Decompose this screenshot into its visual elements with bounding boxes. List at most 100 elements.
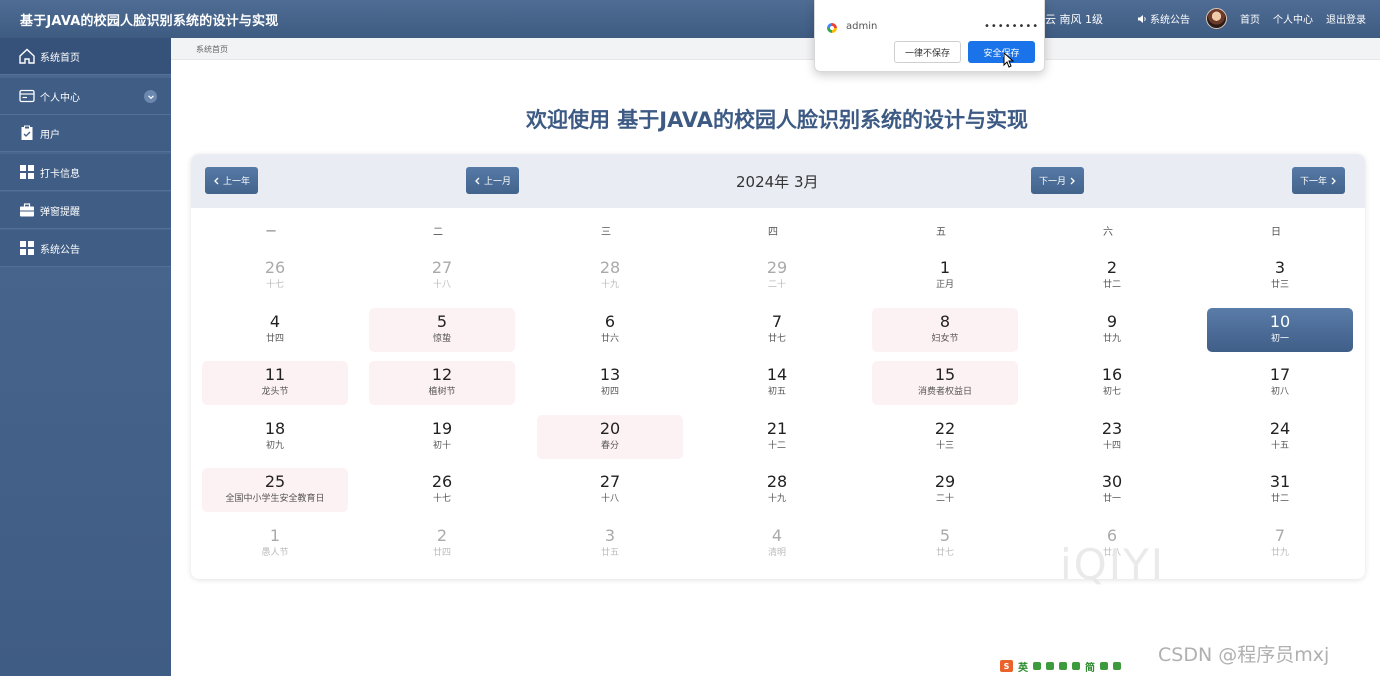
calendar-day[interactable]: 1 愚人节 (202, 522, 348, 566)
prev-year-button[interactable]: 上一年 (205, 167, 259, 194)
calendar-day[interactable]: 26 十七 (369, 468, 515, 512)
calendar-day[interactable]: 30 廿一 (1039, 468, 1185, 512)
day-number: 10 (1269, 311, 1291, 331)
save-password-button[interactable]: 安全保存 (968, 41, 1035, 63)
lunar-date: 消费者权益日 (917, 387, 972, 398)
lunar-date: 廿七 (935, 548, 954, 558)
sidebar-item-label: 弹窗提醒 (40, 206, 80, 218)
calendar-day[interactable]: 14 初五 (704, 361, 850, 405)
lunar-date: 十九 (767, 494, 786, 505)
nav-home-link[interactable]: 首页 (1240, 11, 1260, 26)
saved-username: admin (846, 21, 878, 32)
keyboard-icon[interactable] (1059, 662, 1067, 670)
day-number: 13 (599, 365, 621, 385)
lunar-date: 龙头节 (261, 387, 289, 398)
wallet-icon (18, 87, 36, 105)
calendar-day[interactable]: 18 初九 (202, 415, 348, 459)
chevron-down-icon[interactable] (144, 90, 157, 103)
calendar-day[interactable]: 26 十七 (202, 254, 348, 298)
day-number: 7 (771, 311, 783, 331)
calendar-day[interactable]: 1 正月 (872, 254, 1018, 298)
csdn-watermark: CSDN @程序员mxj (1158, 644, 1330, 666)
calendar-day[interactable]: 19 初十 (369, 415, 515, 459)
next-year-label: 下一年 (1300, 176, 1328, 186)
day-number: 23 (1101, 418, 1123, 438)
calendar-day[interactable]: 17 初八 (1207, 361, 1353, 405)
calendar-day[interactable]: 4 廿四 (202, 308, 348, 352)
breadcrumb: 系统首页 (171, 38, 1380, 60)
day-number: 8 (939, 311, 951, 331)
calendar-day[interactable]: 27 十八 (369, 254, 515, 298)
chevron-right-icon (1331, 177, 1336, 184)
calendar-day[interactable]: 24 十五 (1207, 415, 1353, 459)
calendar-day[interactable]: 12 植树节 (369, 361, 515, 406)
next-month-label: 下一月 (1039, 176, 1067, 186)
calendar-day[interactable]: 6 廿六 (537, 308, 683, 352)
calendar-day[interactable]: 23 十四 (1039, 415, 1185, 459)
settings-icon[interactable] (1113, 662, 1121, 670)
calendar-day[interactable]: 31 廿二 (1207, 468, 1353, 512)
avatar[interactable] (1206, 8, 1227, 29)
day-number: 18 (264, 418, 286, 438)
breadcrumb-item[interactable]: 系统首页 (196, 44, 228, 55)
calendar-day[interactable]: 28 十九 (704, 468, 850, 512)
calendar-day[interactable]: 22 十三 (872, 415, 1018, 459)
calendar-day[interactable]: 11 龙头节 (202, 361, 348, 406)
sidebar-item-label: 系统公告 (40, 244, 80, 256)
lunar-date: 二十 (767, 280, 786, 290)
sidebar-item-home[interactable]: 系统首页 (0, 38, 171, 75)
calendar-day[interactable]: 9 廿九 (1039, 308, 1185, 352)
sidebar-item-users[interactable]: 用户 (0, 115, 171, 152)
sidebar-item-profile[interactable]: 个人中心 (0, 78, 171, 115)
nav-logout-link[interactable]: 退出登录 (1326, 11, 1366, 26)
sidebar-item-checkin[interactable]: 打卡信息 (0, 154, 171, 191)
calendar-day[interactable]: 29 二十 (704, 254, 850, 298)
moon-icon[interactable] (1033, 662, 1041, 670)
lunar-date: 廿九 (1102, 333, 1121, 344)
nav-profile-link[interactable]: 个人中心 (1273, 11, 1313, 26)
lunar-date: 初十 (432, 440, 451, 451)
calendar-day[interactable]: 21 十二 (704, 415, 850, 459)
day-number: 7 (1274, 526, 1286, 545)
user-icon[interactable] (1072, 662, 1080, 670)
prev-month-button[interactable]: 上一月 (466, 167, 520, 194)
lunar-date: 妇女节 (931, 333, 959, 344)
day-number: 20 (599, 418, 621, 438)
sidebar-item-popup-reminder[interactable]: 弹窗提醒 (0, 192, 171, 229)
calendar-day[interactable]: 3 廿三 (1207, 254, 1353, 298)
skin-icon[interactable] (1100, 662, 1108, 670)
calendar-day[interactable]: 5 廿七 (872, 522, 1018, 566)
calendar-day[interactable]: 8 妇女节 (872, 307, 1018, 352)
grid-icon (18, 239, 36, 257)
calendar-day[interactable]: 5 惊蛰 (369, 307, 515, 352)
calendar-day-today[interactable]: 10 初一 (1207, 307, 1353, 352)
calendar-day[interactable]: 7 廿七 (704, 308, 850, 352)
calendar-day[interactable]: 3 廿五 (537, 522, 683, 566)
calendar-day[interactable]: 2 廿二 (1039, 254, 1185, 298)
day-number: 27 (599, 472, 621, 492)
calendar-day[interactable]: 16 初七 (1039, 361, 1185, 405)
calendar-day[interactable]: 4 清明 (704, 522, 850, 566)
calendar-day[interactable]: 13 初四 (537, 361, 683, 405)
notice-link[interactable]: 系统公告 (1137, 11, 1190, 26)
ime-mode[interactable]: 简 (1085, 659, 1095, 674)
calendar-day[interactable]: 27 十八 (537, 468, 683, 512)
lunar-date: 全国中小学生安全教育日 (225, 494, 325, 505)
calendar-day[interactable]: 15 消费者权益日 (872, 361, 1018, 406)
prev-year-label: 上一年 (223, 176, 251, 186)
calendar-day[interactable]: 29 二十 (872, 468, 1018, 512)
calendar-day[interactable]: 2 廿四 (369, 522, 515, 566)
next-month-button[interactable]: 下一月 (1031, 167, 1085, 194)
lunar-date: 廿二 (1270, 494, 1289, 505)
calendar-day[interactable]: 28 十九 (537, 254, 683, 298)
punctuation-icon[interactable] (1046, 662, 1054, 670)
never-save-button[interactable]: 一律不保存 (894, 41, 961, 63)
calendar-day[interactable]: 20 春分 (537, 414, 683, 459)
sidebar-item-announcements[interactable]: 系统公告 (0, 230, 171, 267)
ime-lang[interactable]: 英 (1018, 659, 1028, 674)
home-icon (18, 47, 36, 65)
sidebar-item-label: 用户 (40, 129, 60, 141)
calendar-day[interactable]: 7 廿九 (1207, 522, 1353, 566)
next-year-button[interactable]: 下一年 (1292, 167, 1346, 194)
calendar-day[interactable]: 25 全国中小学生安全教育日 (202, 468, 348, 513)
